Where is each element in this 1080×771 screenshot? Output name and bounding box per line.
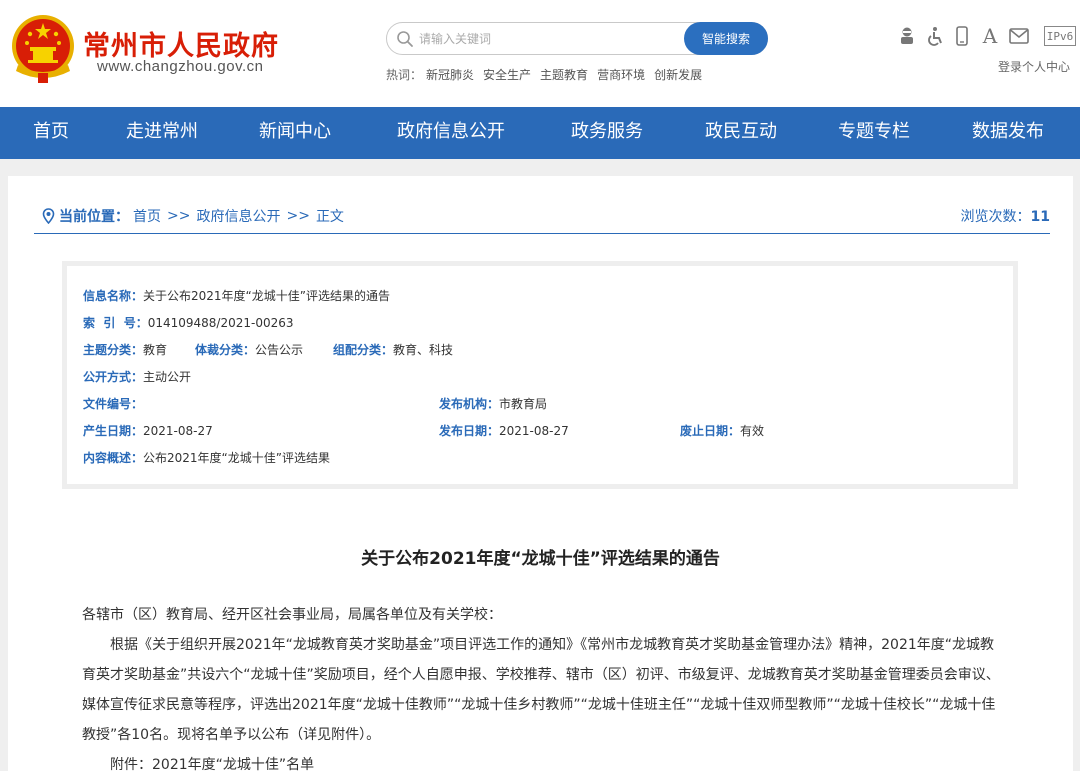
meta-value: 教育 bbox=[143, 343, 168, 357]
view-count-label: 浏览次数： bbox=[960, 209, 1031, 225]
hot-word-link[interactable]: 主题教育 bbox=[540, 68, 588, 82]
meta-key: 组配分类： bbox=[333, 343, 394, 357]
document-body: 各辖市（区）教育局、经开区社会事业局，局属各单位及有关学校： 根据《关于组织开展… bbox=[82, 600, 1002, 771]
meta-key: 体裁分类： bbox=[195, 343, 256, 357]
accessibility-icon[interactable] bbox=[925, 24, 947, 48]
ipv6-icon[interactable]: IPv6 bbox=[1044, 26, 1076, 46]
elderly-mode-icon[interactable] bbox=[896, 24, 918, 48]
meta-value: 教育、科技 bbox=[393, 343, 454, 357]
smart-search-button[interactable]: 智能搜索 bbox=[684, 22, 768, 55]
nav-item-home[interactable]: 首页 bbox=[33, 107, 69, 159]
breadcrumb-label: 当前位置： bbox=[59, 209, 129, 225]
meta-key: 主题分类： bbox=[83, 343, 144, 357]
meta-key: 文件编号： bbox=[83, 397, 144, 411]
breadcrumb: 当前位置： 首页 >> 政府信息公开 >> 正文 bbox=[42, 206, 344, 226]
site-header: 常州市人民政府 www.changzhou.gov.cn 智能搜索 热词：新冠肺… bbox=[0, 0, 1080, 107]
meta-value: 014109488/2021-00263 bbox=[147, 316, 294, 330]
meta-key: 内容概述： bbox=[83, 451, 144, 465]
document-salutation: 各辖市（区）教育局、经开区社会事业局，局属各单位及有关学校： bbox=[82, 607, 502, 623]
nav-item-topics[interactable]: 专题专栏 bbox=[838, 107, 910, 159]
hot-words: 热词： 新冠肺炎 安全生产 主题教育 营商环境 创新发展 bbox=[386, 66, 711, 83]
breadcrumb-row: 当前位置： 首页 >> 政府信息公开 >> 正文 浏览次数：11 bbox=[34, 206, 1050, 234]
location-pin-icon bbox=[42, 208, 55, 224]
meta-key: 发布机构： bbox=[439, 397, 500, 411]
content-card: 当前位置： 首页 >> 政府信息公开 >> 正文 浏览次数：11 信息名称：关于… bbox=[8, 176, 1073, 771]
hot-word-link[interactable]: 创新发展 bbox=[654, 68, 702, 82]
breadcrumb-separator: >> bbox=[286, 208, 310, 224]
meta-value: 2021-08-27 bbox=[143, 424, 213, 438]
meta-value: 关于公布2021年度“龙城十佳”评选结果的通告 bbox=[143, 289, 390, 303]
font-size-icon[interactable]: A bbox=[980, 24, 1000, 48]
hot-word-link[interactable]: 营商环境 bbox=[597, 68, 645, 82]
meta-value: 有效 bbox=[740, 424, 765, 438]
login-personal-center-link[interactable]: 登录个人中心 bbox=[998, 58, 1070, 75]
document-paragraph: 根据《关于组织开展2021年“龙城教育英才奖助基金”项目评选工作的通知》《常州市… bbox=[82, 637, 1000, 743]
breadcrumb-gov-info[interactable]: 政府信息公开 bbox=[196, 206, 280, 226]
mail-icon[interactable] bbox=[1008, 24, 1030, 48]
hot-words-label: 热词： bbox=[386, 68, 423, 82]
breadcrumb-home[interactable]: 首页 bbox=[133, 206, 161, 226]
info-metadata-box: 信息名称：关于公布2021年度“龙城十佳”评选结果的通告 索 引 号：01410… bbox=[62, 261, 1018, 489]
document-attachment-link[interactable]: 附件：2021年度“龙城十佳”名单 bbox=[82, 750, 1002, 771]
meta-value: 公布2021年度“龙城十佳”评选结果 bbox=[143, 451, 330, 465]
hot-word-link[interactable]: 新冠肺炎 bbox=[426, 68, 474, 82]
nav-item-gov-info[interactable]: 政府信息公开 bbox=[397, 107, 505, 159]
meta-value: 公告公示 bbox=[255, 343, 304, 357]
meta-key: 发布日期： bbox=[439, 424, 500, 438]
meta-key: 信息名称： bbox=[83, 289, 144, 303]
toolbar-icons: A IPv6 bbox=[894, 24, 1076, 50]
meta-key: 产生日期： bbox=[83, 424, 144, 438]
meta-value: 市教育局 bbox=[499, 397, 548, 411]
national-emblem-icon bbox=[12, 15, 74, 83]
nav-item-interaction[interactable]: 政民互动 bbox=[705, 107, 777, 159]
site-url[interactable]: www.changzhou.gov.cn bbox=[97, 58, 263, 75]
search-input[interactable] bbox=[419, 24, 679, 53]
search-icon bbox=[397, 31, 413, 47]
main-nav: 首页 走进常州 新闻中心 政府信息公开 政务服务 政民互动 专题专栏 数据发布 bbox=[0, 107, 1080, 159]
nav-item-services[interactable]: 政务服务 bbox=[571, 107, 643, 159]
view-count: 浏览次数：11 bbox=[961, 206, 1050, 226]
breadcrumb-separator: >> bbox=[167, 208, 191, 224]
nav-item-about[interactable]: 走进常州 bbox=[126, 107, 198, 159]
meta-key: 公开方式： bbox=[83, 370, 144, 384]
search-box: 智能搜索 bbox=[386, 22, 768, 55]
nav-item-news[interactable]: 新闻中心 bbox=[259, 107, 331, 159]
meta-value: 2021-08-27 bbox=[499, 424, 569, 438]
hot-word-link[interactable]: 安全生产 bbox=[483, 68, 531, 82]
mobile-icon[interactable] bbox=[954, 24, 970, 48]
meta-key: 索 引 号： bbox=[83, 316, 148, 330]
nav-item-data[interactable]: 数据发布 bbox=[972, 107, 1044, 159]
meta-key: 废止日期： bbox=[680, 424, 741, 438]
breadcrumb-current: 正文 bbox=[315, 209, 344, 225]
meta-value: 主动公开 bbox=[143, 370, 192, 384]
view-count-value: 11 bbox=[1030, 209, 1050, 225]
document-title: 关于公布2021年度“龙城十佳”评选结果的通告 bbox=[361, 549, 720, 569]
